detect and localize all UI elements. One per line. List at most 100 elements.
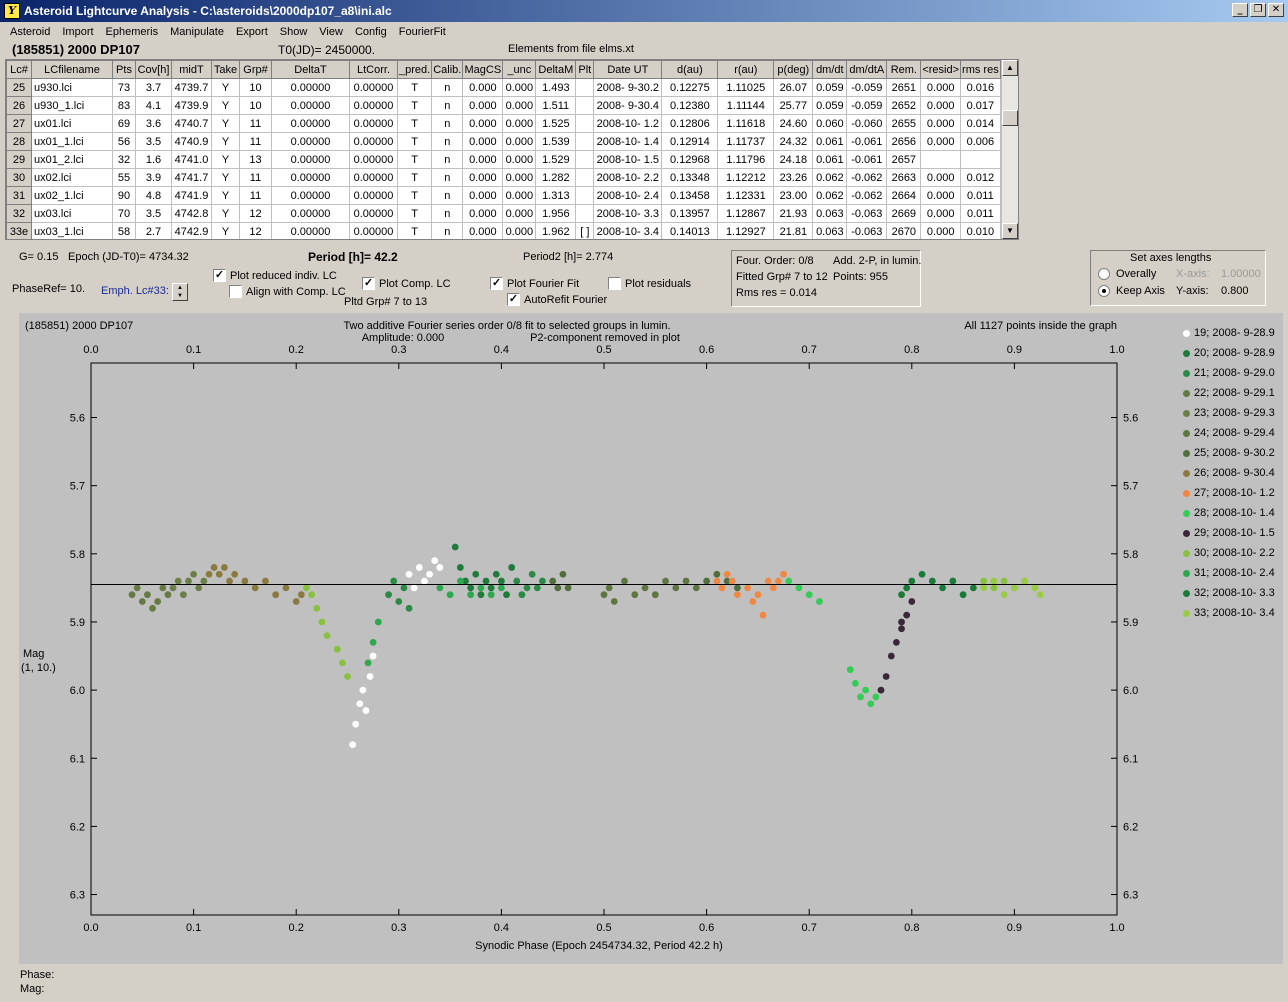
table-cell[interactable] (575, 168, 595, 187)
table-cell[interactable]: 11 (239, 168, 272, 187)
table-cell[interactable]: 0.062 (812, 168, 848, 187)
table-cell[interactable]: 4739.7 (171, 78, 212, 97)
x-axis-value[interactable]: 1.00000 (1221, 268, 1261, 280)
table-cell[interactable] (960, 150, 1001, 169)
table-cell[interactable]: 0.00000 (271, 222, 350, 239)
menu-asteroid[interactable]: Asteroid (4, 26, 56, 38)
table-cell[interactable]: 21.93 (773, 204, 814, 223)
table-cell[interactable]: 11 (239, 132, 272, 151)
table-cell[interactable]: 0.12968 (661, 150, 719, 169)
scroll-up-icon[interactable]: ▲ (1002, 60, 1018, 76)
close-button[interactable]: ✕ (1268, 3, 1284, 17)
table-cell[interactable] (575, 78, 595, 97)
table-cell[interactable]: 4740.9 (171, 132, 212, 151)
keep-axis-radio[interactable]: Keep Axis (1098, 285, 1165, 297)
column-header[interactable]: Calib. (431, 60, 464, 79)
table-cell[interactable]: 0.000 (920, 204, 962, 223)
table-row[interactable]: 33e ux03_1.lci 58 2.7 4742.9 Y 12 0.00000 0.0000… (6, 222, 1001, 239)
table-cell[interactable]: 3.7 (135, 78, 172, 97)
table-cell[interactable]: 1.12212 (717, 168, 775, 187)
table-cell[interactable] (575, 204, 595, 223)
table-cell[interactable]: 23.00 (773, 186, 814, 205)
table-cell[interactable]: T (396, 132, 433, 151)
table-cell[interactable]: 2669 (886, 204, 922, 223)
table-cell[interactable]: u930_1.lci (31, 96, 113, 115)
table-cell[interactable]: 0.000 (920, 78, 962, 97)
table-row[interactable]: 30 ux02.lci 55 3.9 4741.7 Y 11 0.00000 0.00000 Tn… (6, 168, 1001, 187)
table-cell[interactable]: 24.60 (773, 114, 814, 133)
table-cell[interactable]: ux03_1.lci (31, 222, 113, 239)
table-cell[interactable]: 0.059 (812, 96, 848, 115)
period2-value[interactable]: Period2 [h]= 2.774 (523, 251, 613, 263)
table-row[interactable]: 28 ux01_1.lci 56 3.5 4740.9 Y 11 0.00000 0.00000… (6, 132, 1001, 151)
table-cell[interactable]: -0.059 (846, 78, 888, 97)
table-cell[interactable]: 1.962 (535, 222, 577, 239)
table-cell[interactable]: 55 (112, 168, 136, 187)
table-cell[interactable]: 4.1 (135, 96, 172, 115)
table-cell[interactable]: Y (211, 96, 240, 115)
table-cell[interactable]: 0.000 (502, 168, 537, 187)
table-cell[interactable]: 0.00000 (271, 132, 350, 151)
table-cell[interactable]: 2663 (886, 168, 922, 187)
table-cell[interactable]: -0.063 (846, 204, 888, 223)
table-cell[interactable]: 3.5 (135, 204, 172, 223)
table-cell[interactable]: Y (211, 168, 240, 187)
table-cell[interactable]: 2008- 9-30.2 (593, 78, 663, 97)
column-header[interactable]: MagCS (462, 60, 504, 79)
table-cell[interactable]: Y (211, 204, 240, 223)
table-cell[interactable] (920, 150, 962, 169)
table-cell[interactable]: 0.000 (462, 114, 504, 133)
table-cell[interactable]: 11 (239, 114, 272, 133)
table-cell[interactable]: 0.000 (502, 150, 537, 169)
table-cell[interactable]: 0.010 (960, 222, 1001, 239)
table-cell[interactable]: 0.000 (462, 132, 504, 151)
table-cell[interactable]: 0.000 (462, 78, 504, 97)
table-cell[interactable]: -0.061 (846, 132, 888, 151)
table-cell[interactable]: 1.493 (535, 78, 577, 97)
table-cell[interactable]: 0.12806 (661, 114, 719, 133)
table-cell[interactable]: n (431, 204, 464, 223)
table-cell[interactable]: 0.000 (502, 222, 537, 239)
table-cell[interactable]: 1.12867 (717, 204, 775, 223)
column-header[interactable]: d(au) (661, 60, 719, 79)
table-cell[interactable]: 0.063 (812, 222, 848, 239)
table-cell[interactable]: 0.000 (462, 204, 504, 223)
column-header[interactable]: _pred. (396, 60, 433, 79)
autorefit-checkbox[interactable]: ✓ AutoRefit Fourier (507, 293, 607, 306)
table-cell[interactable]: 0.000 (920, 132, 962, 151)
table-cell[interactable]: 0.14013 (661, 222, 719, 239)
column-header[interactable]: <resid> (920, 60, 962, 79)
table-cell[interactable]: T (396, 204, 433, 223)
row-number[interactable]: 30 (6, 168, 32, 187)
table-cell[interactable]: 4741.9 (171, 186, 212, 205)
table-cell[interactable]: 2008-10- 2.2 (593, 168, 663, 187)
table-row[interactable]: 27 ux01.lci 69 3.6 4740.7 Y 11 0.00000 0.00000 Tn… (6, 114, 1001, 133)
table-cell[interactable]: u930.lci (31, 78, 113, 97)
table-cell[interactable]: 4742.9 (171, 222, 212, 239)
table-cell[interactable]: 13 (239, 150, 272, 169)
table-cell[interactable] (575, 96, 595, 115)
table-cell[interactable]: -0.061 (846, 150, 888, 169)
table-cell[interactable]: Y (211, 222, 240, 239)
table-cell[interactable]: 0.000 (920, 222, 962, 239)
table-cell[interactable]: Y (211, 114, 240, 133)
table-cell[interactable]: T (396, 114, 433, 133)
table-row[interactable]: 26 u930_1.lci 83 4.1 4739.9 Y 10 0.00000 0.00000… (6, 96, 1001, 115)
table-cell[interactable]: 0.011 (960, 204, 1001, 223)
table-cell[interactable]: 1.956 (535, 204, 577, 223)
table-cell[interactable]: 69 (112, 114, 136, 133)
table-cell[interactable]: n (431, 222, 464, 239)
column-header[interactable]: rms res (960, 60, 1001, 79)
y-axis-value[interactable]: 0.800 (1221, 285, 1249, 297)
table-cell[interactable]: ux02.lci (31, 168, 113, 187)
table-cell[interactable]: 4742.8 (171, 204, 212, 223)
table-cell[interactable]: 0.059 (812, 78, 848, 97)
minimize-button[interactable]: _ (1232, 3, 1248, 17)
table-cell[interactable]: 2008-10- 3.3 (593, 204, 663, 223)
column-header[interactable]: dm/dtA (846, 60, 888, 79)
column-header[interactable]: Pts (112, 60, 136, 79)
table-cell[interactable]: ux03.lci (31, 204, 113, 223)
table-cell[interactable]: -0.062 (846, 168, 888, 187)
table-cell[interactable]: 1.529 (535, 150, 577, 169)
table-cell[interactable]: 0.000 (502, 204, 537, 223)
